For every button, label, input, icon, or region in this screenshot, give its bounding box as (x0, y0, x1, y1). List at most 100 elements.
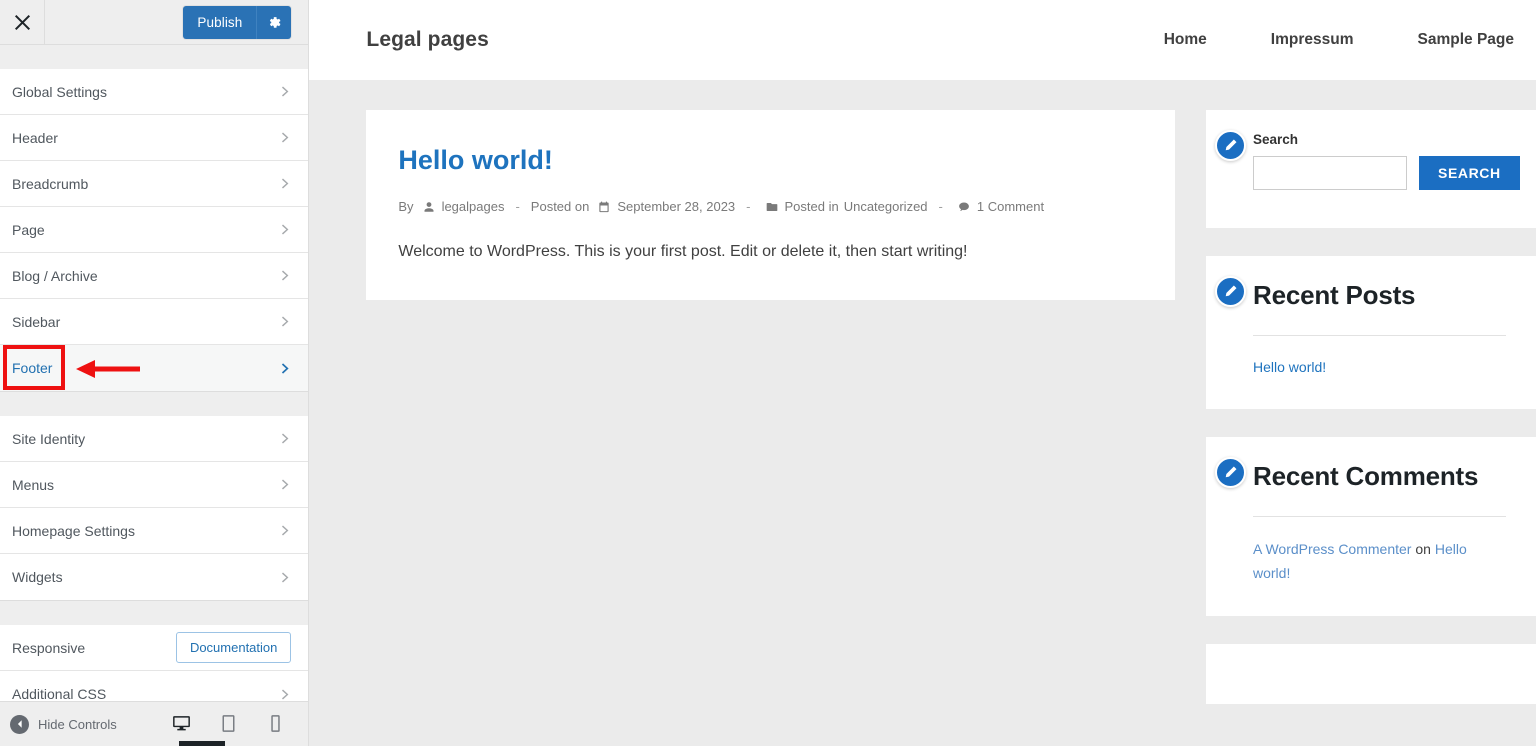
sidebar-item-site-identity[interactable]: Site Identity (0, 416, 309, 462)
widget-recent-comments: Recent Comments A WordPress Commenter on… (1206, 437, 1536, 616)
panel-gap-bottom (0, 601, 309, 625)
panel-item-label: Footer (12, 360, 53, 376)
calendar-icon (598, 201, 610, 213)
meta-separator: - (938, 199, 943, 215)
edit-pencil-icon[interactable] (1215, 457, 1246, 489)
recent-post-link[interactable]: Hello world! (1253, 356, 1506, 380)
sidebar-item-menus[interactable]: Menus (0, 462, 309, 508)
panel-item-label: Homepage Settings (12, 522, 135, 539)
site-header: Legal pages Home Impressum Sample Page (309, 0, 1536, 80)
panel-item-label: Breadcrumb (12, 175, 89, 192)
comment-on-label: on (1415, 540, 1431, 557)
comment-author-link[interactable]: A WordPress Commenter (1253, 541, 1411, 557)
nav-link-sample-page[interactable]: Sample Page (1386, 31, 1536, 49)
panel-group-core: Site Identity Menus Homepage Settings Wi… (0, 416, 309, 601)
chevron-right-icon (278, 524, 291, 537)
gear-icon[interactable] (256, 5, 292, 39)
sidebar-item-sidebar[interactable]: Sidebar (0, 299, 309, 345)
panel-item-label: Global Settings (12, 83, 107, 100)
post-author[interactable]: legalpages (442, 199, 505, 214)
sidebar-item-homepage-settings[interactable]: Homepage Settings (0, 508, 309, 554)
nav-link-home[interactable]: Home (1132, 31, 1239, 49)
posted-on-label: Posted on (530, 199, 590, 215)
customizer-sidebar: Publish Global Settings Header Breadcrum… (0, 0, 310, 746)
panel-item-label: Menus (12, 476, 55, 493)
preview-body: Hello world! By legalpages - Posted on S… (309, 80, 1536, 704)
chevron-right-icon (278, 177, 291, 190)
primary-navigation: Home Impressum Sample Page (1132, 31, 1536, 49)
hide-controls-label: Hide Controls (38, 716, 117, 732)
publish-group: Publish (183, 5, 292, 39)
close-icon[interactable] (0, 0, 45, 44)
panel-item-label: Additional CSS (12, 686, 107, 701)
active-device-indicator (179, 741, 225, 746)
post-date[interactable]: September 28, 2023 (617, 199, 735, 214)
comment-icon (958, 201, 970, 213)
customizer-screen: Publish Global Settings Header Breadcrum… (0, 0, 1536, 746)
responsive-label: Responsive (12, 639, 86, 656)
posted-in-label: Posted in (784, 199, 839, 215)
hide-controls-button[interactable]: Hide Controls (10, 714, 117, 734)
widget-recent-posts: Recent Posts Hello world! (1206, 256, 1536, 410)
sidebar-item-breadcrumb[interactable]: Breadcrumb (0, 161, 309, 207)
widget-divider (1253, 334, 1506, 336)
widget-sidebar: Search SEARCH Recent Posts Hello world! (1206, 110, 1536, 704)
panel-gap-top (0, 45, 309, 69)
post-comment-count[interactable]: 1 Comment (977, 199, 1044, 214)
widget-title: Search (1253, 132, 1299, 147)
page-title: Legal pages (366, 28, 489, 51)
post-card: Hello world! By legalpages - Posted on S… (366, 110, 1175, 301)
search-form: SEARCH (1253, 156, 1520, 190)
panel-item-label: Sidebar (12, 313, 61, 330)
documentation-button[interactable]: Documentation (175, 632, 292, 663)
device-preview-switcher (171, 713, 286, 736)
widget-title: Recent Posts (1253, 280, 1416, 310)
panel-item-label: Page (12, 221, 45, 238)
widget-title: Recent Comments (1253, 461, 1479, 492)
chevron-right-icon (278, 223, 291, 236)
tablet-icon[interactable] (218, 713, 239, 736)
chevron-right-icon (278, 688, 291, 701)
edit-pencil-icon[interactable] (1215, 130, 1246, 161)
sidebar-item-blog-archive[interactable]: Blog / Archive (0, 253, 309, 299)
chevron-right-icon (278, 432, 291, 445)
sidebar-item-responsive: Responsive Documentation (0, 625, 309, 671)
publish-button[interactable]: Publish (183, 5, 257, 39)
meta-separator: - (746, 199, 751, 215)
post-title-link[interactable]: Hello world! (398, 144, 1143, 176)
panel-group-extras: Responsive Documentation Additional CSS (0, 625, 309, 701)
sidebar-item-footer[interactable]: Footer (0, 345, 309, 391)
widget-partial-next (1206, 643, 1536, 704)
folder-icon (766, 201, 778, 213)
sidebar-item-page[interactable]: Page (0, 207, 309, 253)
chevron-right-icon (278, 478, 291, 491)
panel-item-label: Widgets (12, 569, 63, 585)
customizer-header: Publish (0, 0, 309, 45)
panel-group-theme: Global Settings Header Breadcrumb Page B… (0, 69, 309, 392)
collapse-arrow-icon (10, 714, 29, 734)
chevron-right-icon (278, 131, 291, 144)
desktop-icon[interactable] (171, 713, 192, 736)
sidebar-item-global-settings[interactable]: Global Settings (0, 69, 309, 115)
customizer-panel-list[interactable]: Global Settings Header Breadcrumb Page B… (0, 45, 309, 701)
search-input[interactable] (1253, 156, 1407, 190)
mobile-icon[interactable] (265, 713, 286, 736)
nav-link-impressum[interactable]: Impressum (1239, 31, 1386, 49)
chevron-right-icon (278, 315, 291, 328)
edit-pencil-icon[interactable] (1215, 276, 1246, 307)
post-excerpt: Welcome to WordPress. This is your first… (398, 243, 968, 261)
panel-item-label: Header (12, 129, 58, 146)
recent-comment-item: A WordPress Commenter on Hello world! (1253, 537, 1506, 586)
search-button[interactable]: SEARCH (1419, 156, 1520, 190)
post-meta: By legalpages - Posted on September 28, … (398, 199, 1143, 214)
chevron-right-icon (278, 269, 291, 282)
sidebar-item-widgets[interactable]: Widgets (0, 554, 309, 600)
chevron-right-icon (278, 85, 291, 98)
sidebar-item-additional-css[interactable]: Additional CSS (0, 671, 309, 701)
widget-search: Search SEARCH (1206, 110, 1536, 228)
content-column: Hello world! By legalpages - Posted on S… (366, 110, 1175, 704)
panel-item-label: Site Identity (12, 430, 86, 447)
sidebar-item-header[interactable]: Header (0, 115, 309, 161)
post-category[interactable]: Uncategorized (844, 199, 928, 214)
panel-gap-middle (0, 392, 309, 416)
